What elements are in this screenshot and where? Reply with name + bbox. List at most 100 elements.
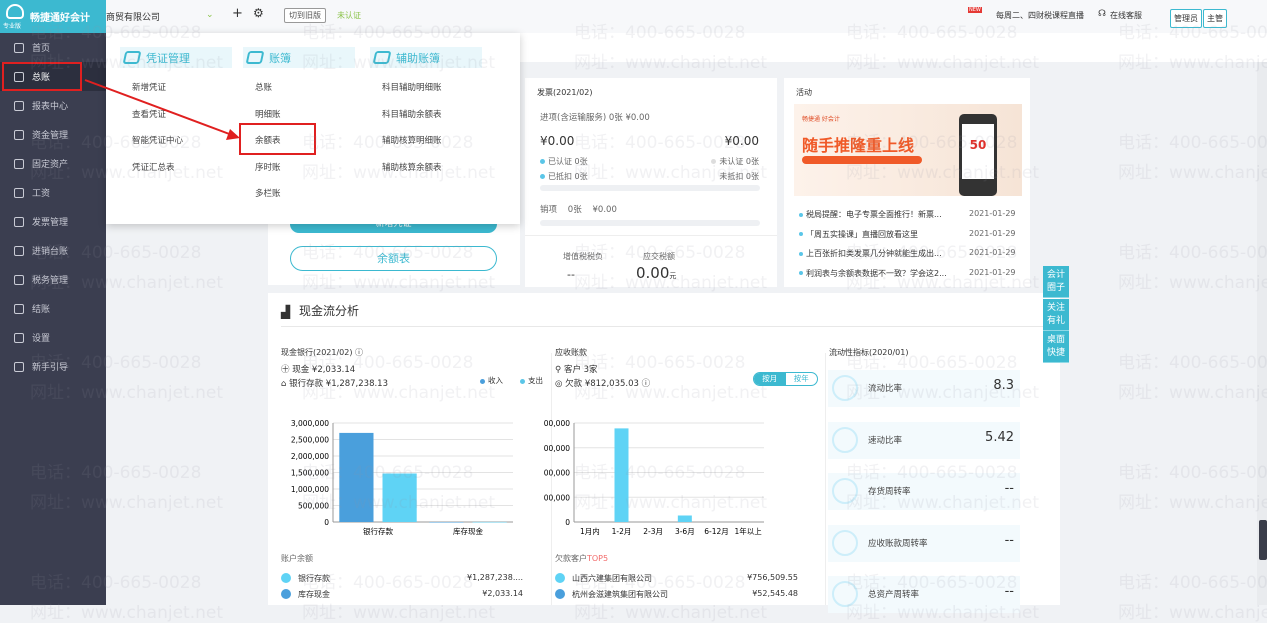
customer-name[interactable]: 山西六建集团有限公司: [572, 573, 652, 584]
sidebar-item[interactable]: 税务管理: [0, 265, 106, 294]
balance-title: 账户余额: [281, 554, 313, 563]
annotation-arrow: [84, 79, 240, 140]
banner-brand: 畅捷通 好会计: [802, 116, 840, 123]
vat-burden-label: 增值税税负: [563, 252, 603, 261]
news-text[interactable]: 上百张折扣类发票几分钟就能生成出...: [806, 249, 942, 258]
liquidity-title: 流动性指标(2020/01): [829, 348, 909, 357]
tax-payable-label: 应交税额: [643, 252, 675, 261]
help-icon[interactable]: ⓘ: [642, 379, 651, 389]
money-bag-icon: ◎: [555, 379, 566, 389]
nav-icon: [14, 303, 24, 314]
cash-icon: ㊉: [281, 365, 293, 375]
news-item[interactable]: 上百张折扣类发票几分钟就能生成出...: [799, 248, 949, 259]
invoice-card: 发票(2021/02) 进项(含运输服务) 0张 ¥0.00 ¥0.00 ¥0.…: [525, 78, 777, 287]
metric-label: 总资产周转率: [868, 590, 920, 600]
customer-name[interactable]: 杭州会滋建筑集团有限公司: [572, 589, 668, 600]
menu-item[interactable]: 辅助核算余额表: [382, 161, 442, 173]
x-tick-label: 2-3月: [643, 527, 663, 536]
sidebar-item[interactable]: 进销台账: [0, 236, 106, 265]
sidebar-item-label: 结账: [32, 305, 51, 315]
input-tax-amount: ¥0.00: [724, 134, 759, 148]
legend-expense: 支出: [528, 376, 543, 385]
output-progress-bar: [540, 220, 760, 226]
y-tick-label: 600,000: [544, 444, 570, 453]
menu-item[interactable]: 科目辅助余额表: [382, 108, 442, 120]
customer-icon: [555, 589, 565, 599]
promo-banner[interactable]: 畅捷通 好会计 随手推隆重上线 50: [794, 104, 1022, 196]
news-text[interactable]: 利润表与余额表数据不一致？学会这2...: [806, 269, 947, 278]
liquidity-row: 存货周转率 --: [828, 473, 1020, 510]
metric-icon: [832, 478, 858, 504]
sidebar-item-label: 税务管理: [32, 276, 69, 286]
banner-ribbon: [802, 156, 922, 164]
metric-value: 8.3: [993, 378, 1014, 393]
sidebar-item-label: 工资: [32, 189, 51, 199]
news-text[interactable]: 「周五实操课」直播回放看这里: [806, 230, 918, 239]
menu-item[interactable]: 辅助核算明细账: [382, 134, 442, 146]
news-text[interactable]: 税局提醒：电子专票全面推行！新票...: [806, 210, 942, 219]
metric-label: 应收账款周转率: [868, 538, 928, 549]
float-button[interactable]: 关注有礼: [1043, 298, 1069, 331]
nav-icon: [14, 274, 24, 285]
bank-chart: 3,000,000 2,500,000 2,000,000 1,500,000 1,00…: [291, 419, 513, 536]
x-tick-label: 1年以上: [735, 526, 763, 536]
help-icon[interactable]: ⓘ: [355, 348, 363, 357]
sidebar-item[interactable]: 发票管理: [0, 207, 106, 236]
online-service-link[interactable]: 在线客服: [1110, 10, 1142, 21]
invoice-title: 发票(2021/02): [537, 88, 593, 97]
menu-item[interactable]: 凭证汇总表: [132, 161, 175, 173]
role-admin-button[interactable]: 管理员: [1170, 9, 1202, 28]
sidebar-item[interactable]: 结账: [0, 294, 106, 323]
watermark-url: 网址：www.chanjet.net: [1118, 493, 1267, 513]
liquidity-row: 流动比率 8.3: [828, 370, 1020, 407]
float-button[interactable]: 会计圈子: [1043, 266, 1069, 298]
ar-title: 应收账款: [555, 348, 587, 357]
headset-icon: ☊: [1098, 9, 1106, 19]
nav-icon: [14, 187, 24, 198]
sidebar-item-label: 新手引导: [32, 363, 69, 373]
phone-image: 50: [959, 114, 997, 196]
toggle-by-year[interactable]: 按年: [786, 373, 818, 385]
sidebar-item[interactable]: 工资: [0, 178, 106, 207]
menu-section-header: 辅助账簿: [370, 47, 482, 68]
input-progress-bar: [540, 185, 760, 191]
menu-section-title: 辅助账簿: [396, 51, 440, 65]
customer-icon: [555, 573, 565, 583]
news-item[interactable]: 税局提醒：电子专票全面推行！新票...: [799, 209, 949, 220]
divider: [525, 235, 777, 236]
role-supervisor-button[interactable]: 主管: [1203, 9, 1227, 28]
float-button[interactable]: 桌面快捷: [1043, 331, 1069, 363]
y-tick-label: 2,500,000: [291, 436, 329, 445]
bank-title: 现金银行(2021/02): [281, 348, 353, 357]
liquidity-row: 总资产周转率 --: [828, 576, 1020, 613]
uncertified-count: 未认证 0张: [719, 157, 759, 166]
live-course-link[interactable]: 每周二、四财税课程直播: [996, 10, 1084, 21]
news-item[interactable]: 「周五实操课」直播回放看这里: [799, 229, 949, 240]
divider: [825, 353, 826, 605]
banner-title: 随手推隆重上线: [802, 136, 915, 155]
watermark-url: 网址：www.chanjet.net: [1118, 383, 1267, 403]
banner-badge: 50: [962, 124, 994, 179]
top-debtors-title: 欠款客户: [555, 554, 587, 563]
deducted-count: 已抵扣 0张: [548, 172, 588, 181]
menu-item[interactable]: 科目辅助明细账: [382, 81, 442, 93]
account-icon: [281, 573, 291, 583]
sidebar-item[interactable]: 设置: [0, 323, 106, 352]
menu-item[interactable]: 序时账: [255, 161, 281, 173]
liquidity-row: 应收账款周转率 --: [828, 524, 1020, 562]
certified-count: 已认证 0张: [548, 157, 588, 166]
watermark-phone: 电话：400-665-0028: [1118, 243, 1267, 263]
divider: [281, 326, 1061, 327]
metric-value: --: [1004, 584, 1014, 599]
news-item[interactable]: 利润表与余额表数据不一致？学会这2...: [799, 268, 949, 279]
customer-debt: ¥756,509.55: [747, 573, 798, 582]
balance-sheet-button[interactable]: 余额表: [290, 246, 497, 271]
bar: [677, 515, 692, 522]
side-widget-handle[interactable]: [1259, 520, 1267, 560]
auth-status[interactable]: 未认证: [337, 10, 361, 21]
metric-label: 存货周转率: [868, 487, 911, 497]
watermark-phone: 电话：400-665-0028: [1118, 463, 1267, 483]
sidebar-item[interactable]: 新手引导: [0, 352, 106, 381]
menu-item[interactable]: 多栏账: [255, 187, 281, 199]
toggle-by-month[interactable]: 按月: [754, 373, 786, 385]
